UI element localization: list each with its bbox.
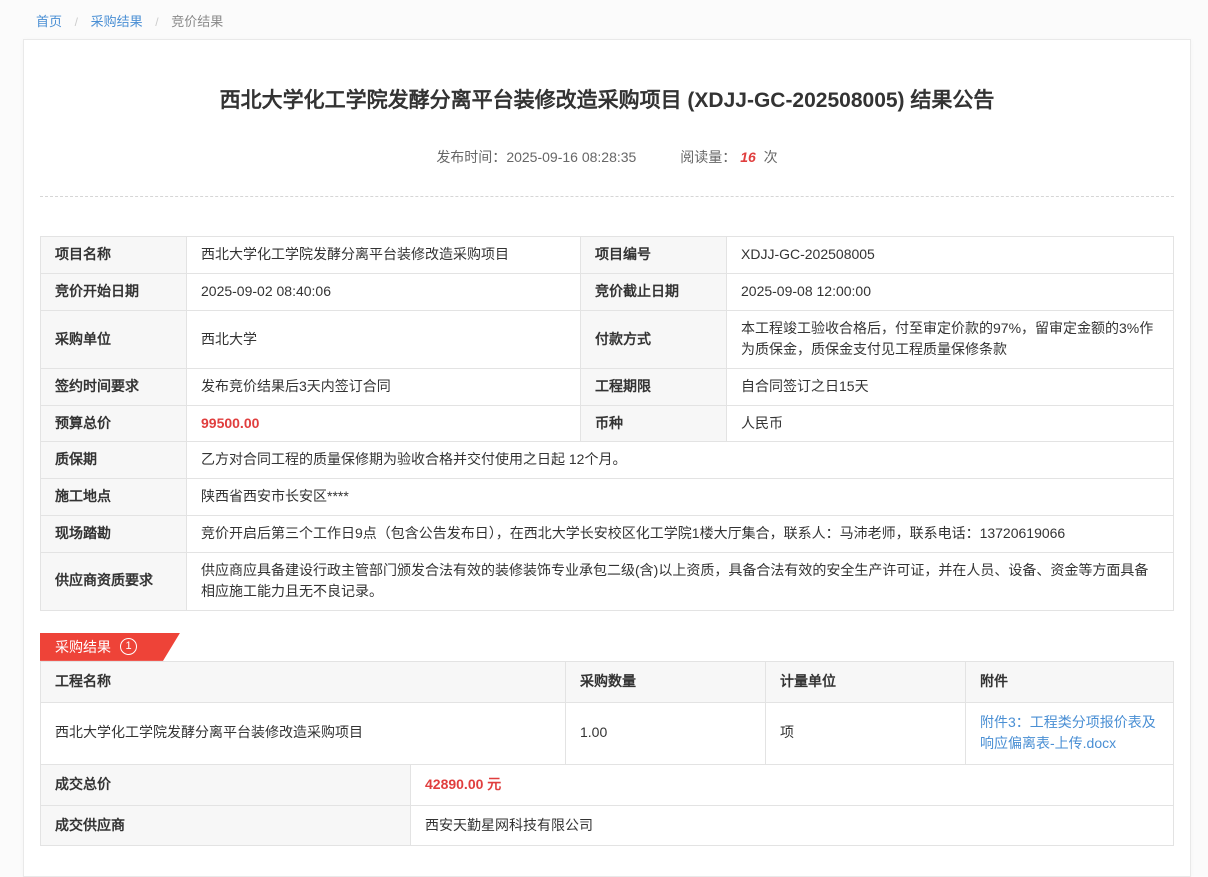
project-info-table: 项目名称 西北大学化工学院发酵分离平台装修改造采购项目 项目编号 XDJJ-GC… <box>40 236 1174 611</box>
warranty-value: 乙方对合同工程的质量保修期为验收合格并交付使用之日起 12个月。 <box>187 442 1174 479</box>
col-header-attachment: 附件 <box>966 661 1174 702</box>
table-row: 质保期 乙方对合同工程的质量保修期为验收合格并交付使用之日起 12个月。 <box>41 442 1174 479</box>
table-row: 现场踏勘 竞价开启后第三个工作日9点（包含公告发布日），在西北大学长安校区化工学… <box>41 515 1174 552</box>
duration-label: 工程期限 <box>581 369 727 406</box>
attachment-link[interactable]: 附件3：工程类分项报价表及响应偏离表-上传.docx <box>980 714 1156 752</box>
badge-count-circle-icon: 1 <box>120 638 137 655</box>
supplier-value: 西安天勤星网科技有限公司 <box>411 805 1174 846</box>
table-row: 签约时间要求 发布竞价结果后3天内签订合同 工程期限 自合同签订之日15天 <box>41 369 1174 406</box>
deal-summary-table: 成交总价 42890.00 元 成交供应商 西安天勤星网科技有限公司 <box>40 764 1174 846</box>
currency-label: 币种 <box>581 405 727 442</box>
project-name-label: 项目名称 <box>41 237 187 274</box>
budget-value: 99500.00 <box>187 405 581 442</box>
col-header-unit: 计量单位 <box>766 661 966 702</box>
currency-value: 人民币 <box>727 405 1174 442</box>
read-count: 阅读量：16 次 <box>680 149 777 165</box>
payment-label: 付款方式 <box>581 310 727 368</box>
breadcrumb-home-link[interactable]: 首页 <box>36 14 62 29</box>
table-row: 采购单位 西北大学 付款方式 本工程竣工验收合格后，付至审定价款的97%，留审定… <box>41 310 1174 368</box>
table-row: 成交总价 42890.00 元 <box>41 764 1174 805</box>
bid-end-label: 竞价截止日期 <box>581 274 727 311</box>
purchase-result-table: 工程名称 采购数量 计量单位 附件 西北大学化工学院发酵分离平台装修改造采购项目… <box>40 661 1174 765</box>
result-unit: 项 <box>766 702 966 764</box>
purchase-result-badge: 采购结果 1 <box>40 633 180 661</box>
total-price-label: 成交总价 <box>41 764 411 805</box>
table-row: 供应商资质要求 供应商应具备建设行政主管部门颁发合法有效的装修装饰专业承包二级(… <box>41 552 1174 610</box>
table-row: 预算总价 99500.00 币种 人民币 <box>41 405 1174 442</box>
project-code-label: 项目编号 <box>581 237 727 274</box>
page-title: 西北大学化工学院发酵分离平台装修改造采购项目 (XDJJ-GC-20250800… <box>40 40 1174 115</box>
bid-end-value: 2025-09-08 12:00:00 <box>727 274 1174 311</box>
location-value: 陕西省西安市长安区**** <box>187 479 1174 516</box>
breadcrumb-separator: / <box>155 15 158 29</box>
announcement-card: 西北大学化工学院发酵分离平台装修改造采购项目 (XDJJ-GC-20250800… <box>23 39 1191 877</box>
site-visit-value: 竞价开启后第三个工作日9点（包含公告发布日），在西北大学长安校区化工学院1楼大厅… <box>187 515 1174 552</box>
table-row: 施工地点 陕西省西安市长安区**** <box>41 479 1174 516</box>
breadcrumb: 首页 / 采购结果 / 竞价结果 <box>0 0 1208 39</box>
table-header-row: 工程名称 采购数量 计量单位 附件 <box>41 661 1174 702</box>
payment-value: 本工程竣工验收合格后，付至审定价款的97%，留审定金额的3%作为质保金，质保金支… <box>727 310 1174 368</box>
table-row: 竞价开始日期 2025-09-02 08:40:06 竞价截止日期 2025-0… <box>41 274 1174 311</box>
breadcrumb-purchase-results-link[interactable]: 采购结果 <box>91 14 143 29</box>
read-count-value: 16 <box>740 149 756 165</box>
col-header-project-name: 工程名称 <box>41 661 566 702</box>
duration-value: 自合同签订之日15天 <box>727 369 1174 406</box>
publish-time: 发布时间：2025-09-16 08:28:35 <box>436 149 636 165</box>
budget-label: 预算总价 <box>41 405 187 442</box>
qualification-value: 供应商应具备建设行政主管部门颁发合法有效的装修装饰专业承包二级(含)以上资质，具… <box>187 552 1174 610</box>
table-row: 西北大学化工学院发酵分离平台装修改造采购项目 1.00 项 附件3：工程类分项报… <box>41 702 1174 764</box>
total-price-value: 42890.00 元 <box>411 764 1174 805</box>
purchase-result-badge-label: 采购结果 <box>55 637 111 657</box>
table-row: 成交供应商 西安天勤星网科技有限公司 <box>41 805 1174 846</box>
sign-time-value: 发布竞价结果后3天内签订合同 <box>187 369 581 406</box>
location-label: 施工地点 <box>41 479 187 516</box>
bid-start-value: 2025-09-02 08:40:06 <box>187 274 581 311</box>
sign-time-label: 签约时间要求 <box>41 369 187 406</box>
supplier-label: 成交供应商 <box>41 805 411 846</box>
purchaser-value: 西北大学 <box>187 310 581 368</box>
breadcrumb-current: 竞价结果 <box>171 14 223 29</box>
result-attachment-cell: 附件3：工程类分项报价表及响应偏离表-上传.docx <box>966 702 1174 764</box>
project-name-value: 西北大学化工学院发酵分离平台装修改造采购项目 <box>187 237 581 274</box>
qualification-label: 供应商资质要求 <box>41 552 187 610</box>
table-row: 项目名称 西北大学化工学院发酵分离平台装修改造采购项目 项目编号 XDJJ-GC… <box>41 237 1174 274</box>
purchaser-label: 采购单位 <box>41 310 187 368</box>
bid-start-label: 竞价开始日期 <box>41 274 187 311</box>
col-header-quantity: 采购数量 <box>566 661 766 702</box>
result-project-name: 西北大学化工学院发酵分离平台装修改造采购项目 <box>41 702 566 764</box>
project-code-value: XDJJ-GC-202508005 <box>727 237 1174 274</box>
result-quantity: 1.00 <box>566 702 766 764</box>
breadcrumb-separator: / <box>75 15 78 29</box>
announcement-meta: 发布时间：2025-09-16 08:28:35 阅读量：16 次 <box>40 147 1174 197</box>
site-visit-label: 现场踏勘 <box>41 515 187 552</box>
warranty-label: 质保期 <box>41 442 187 479</box>
